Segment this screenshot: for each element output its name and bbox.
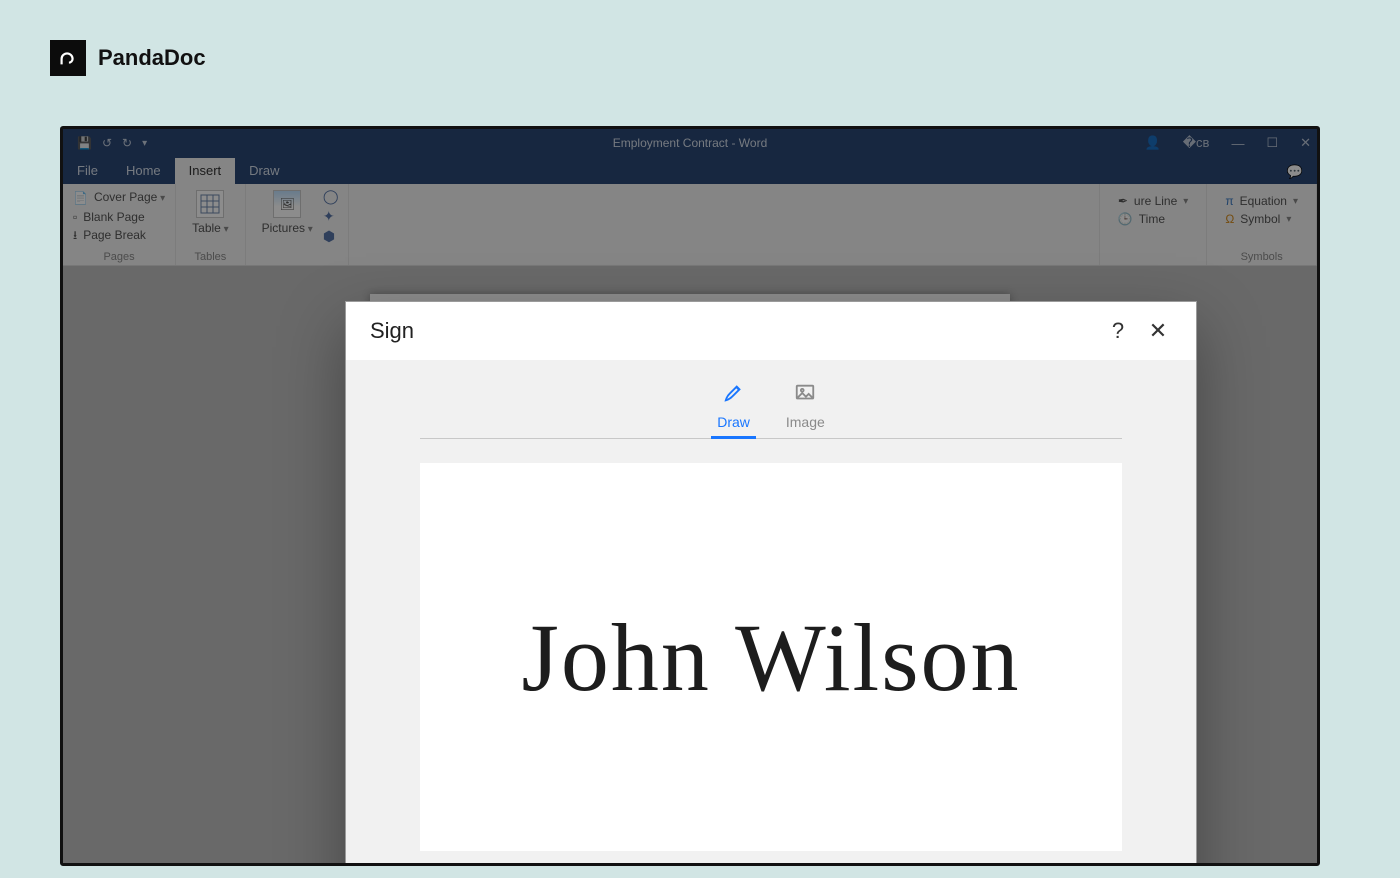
dialog-footer: Sign Cancel: [346, 854, 1196, 866]
pen-icon: [723, 382, 745, 410]
pandadoc-brand: PandaDoc: [50, 40, 206, 76]
image-icon: [794, 382, 816, 410]
dialog-tabs: Draw Image: [420, 376, 1122, 439]
pandadoc-logo-icon: [50, 40, 86, 76]
sign-dialog: Sign ? ✕ Draw I: [345, 301, 1197, 866]
signature-canvas[interactable]: John Wilson: [420, 463, 1122, 851]
tab-draw[interactable]: Draw: [713, 376, 754, 438]
close-icon[interactable]: ✕: [1138, 318, 1178, 344]
tab-image[interactable]: Image: [782, 376, 829, 438]
help-icon[interactable]: ?: [1098, 318, 1138, 344]
tab-draw-label: Draw: [717, 414, 750, 430]
dialog-title: Sign: [370, 318, 414, 344]
dialog-header: Sign ? ✕: [346, 302, 1196, 360]
word-window: 💾 ↺ ↻ ▾ Employment Contract - Word 👤 �св…: [60, 126, 1320, 866]
signature-text: John Wilson: [521, 602, 1020, 713]
brand-name: PandaDoc: [98, 45, 206, 71]
tab-image-label: Image: [786, 414, 825, 430]
